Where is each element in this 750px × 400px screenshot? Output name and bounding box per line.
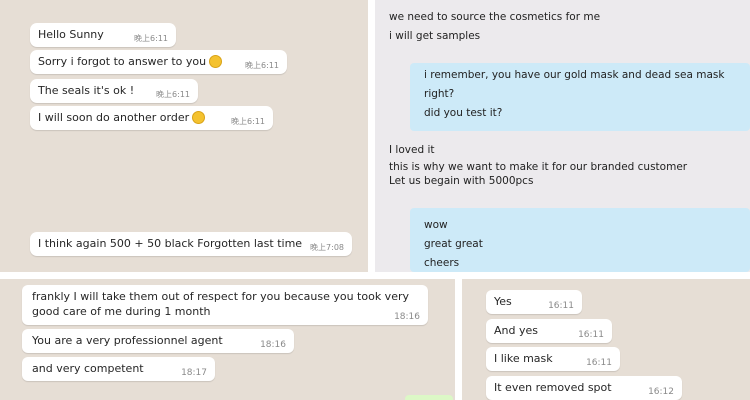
message-text: great great bbox=[424, 238, 483, 250]
chat-panel-bottom-right: Yes 16:11 And yes 16:11 I like mask 16:1… bbox=[462, 279, 750, 400]
message-text: i will get samples bbox=[389, 30, 481, 42]
message-text: And yes bbox=[494, 324, 538, 337]
message-text: and very competent bbox=[32, 362, 144, 375]
message-bubble[interactable]: And yes 16:11 bbox=[486, 319, 612, 343]
message-time: 16:11 bbox=[578, 330, 604, 340]
message-time: 晚上7:08 bbox=[310, 243, 344, 252]
chat-panel-top-left: Hello Sunny 晚上6:11 Sorry i forgot to ans… bbox=[0, 0, 368, 272]
disappointed-face-icon bbox=[209, 55, 223, 68]
message-bubble[interactable]: I like mask 16:11 bbox=[486, 347, 620, 371]
message-text: It even removed spot bbox=[494, 381, 612, 394]
message-text: I loved it bbox=[389, 144, 435, 156]
message-text: cheers bbox=[424, 257, 460, 269]
message-text: this is why we want to make it for our b… bbox=[389, 161, 688, 173]
message-text: I like mask bbox=[494, 352, 553, 365]
message-time: 18:16 bbox=[394, 312, 420, 322]
message-time: 晚上6:11 bbox=[245, 61, 279, 70]
message-bubble[interactable]: It even removed spot 16:12 bbox=[486, 376, 682, 400]
incoming-message[interactable]: I loved it this is why we want to make i… bbox=[375, 138, 750, 198]
message-time: 18:17 bbox=[181, 368, 207, 378]
incoming-message[interactable]: we need to source the cosmetics for me i… bbox=[375, 0, 750, 52]
message-text: wow bbox=[424, 219, 448, 231]
message-time: 16:12 bbox=[648, 387, 674, 397]
message-text: The seals it's ok ! bbox=[38, 84, 135, 97]
message-time: 16:11 bbox=[548, 301, 574, 311]
message-text: I will soon do another order bbox=[38, 111, 190, 124]
message-text: good care of me during 1 month bbox=[32, 305, 211, 318]
message-time: 晚上6:11 bbox=[231, 117, 265, 126]
hugging-face-icon bbox=[192, 111, 206, 124]
message-text: Yes bbox=[494, 295, 512, 308]
message-bubble[interactable]: Sorry i forgot to answer to you 晚上6:11 bbox=[30, 50, 287, 74]
message-text: we need to source the cosmetics for me bbox=[389, 11, 601, 23]
outgoing-message[interactable]: i remember, you have our gold mask and d… bbox=[410, 63, 750, 131]
message-bubble[interactable]: frankly I will take them out of respect … bbox=[22, 285, 428, 325]
message-time: 16:11 bbox=[586, 358, 612, 368]
message-text: frankly I will take them out of respect … bbox=[32, 290, 409, 303]
outgoing-message[interactable]: wow great great cheers bbox=[410, 208, 750, 272]
message-bubble[interactable]: The seals it's ok ! 晚上6:11 bbox=[30, 79, 198, 103]
chat-panel-top-right: we need to source the cosmetics for me i… bbox=[375, 0, 750, 272]
message-text: did you test it? bbox=[424, 107, 503, 119]
message-text: Sorry i forgot to answer to you bbox=[38, 55, 207, 68]
message-text: Let us begain with 5000pcs bbox=[389, 175, 534, 187]
message-bubble[interactable]: Hello Sunny 晚上6:11 bbox=[30, 23, 176, 47]
message-bubble[interactable]: and very competent 18:17 bbox=[22, 357, 215, 381]
message-bubble[interactable]: Yes 16:11 bbox=[486, 290, 582, 314]
message-text: i remember, you have our gold mask and d… bbox=[424, 69, 725, 81]
message-time: 18:16 bbox=[260, 340, 286, 350]
chat-panel-bottom-left: frankly I will take them out of respect … bbox=[0, 279, 455, 400]
message-time: 晚上6:11 bbox=[134, 34, 168, 43]
message-text: I think again 500 + 50 black Forgotten l… bbox=[38, 237, 303, 250]
message-bubble[interactable]: I think again 500 + 50 black Forgotten l… bbox=[30, 232, 352, 256]
message-text: You are a very professionnel agent bbox=[32, 334, 223, 347]
message-bubble[interactable]: I will soon do another order 晚上6:11 bbox=[30, 106, 273, 130]
message-text: Hello Sunny bbox=[38, 28, 104, 41]
message-bubble[interactable]: You are a very professionnel agent 18:16 bbox=[22, 329, 294, 353]
message-text: right? bbox=[424, 88, 455, 100]
outgoing-bubble-edge bbox=[405, 395, 453, 400]
message-time: 晚上6:11 bbox=[156, 90, 190, 99]
